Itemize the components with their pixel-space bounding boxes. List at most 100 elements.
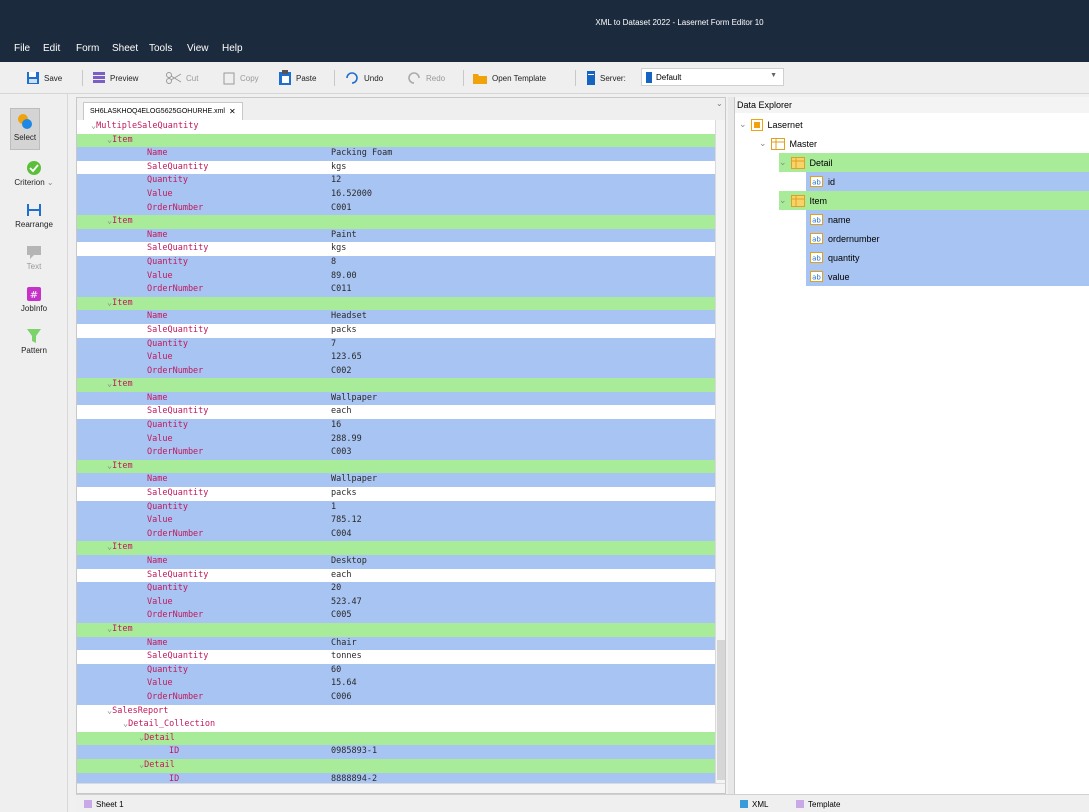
paste-button[interactable]: Paste [278, 68, 316, 88]
xml-item-row[interactable]: ⌄Item [77, 215, 717, 229]
table-icon [790, 156, 805, 169]
tree-node-lasernet[interactable]: ⌄ Lasernet [739, 115, 803, 134]
xml-field-row[interactable]: Quantity 1 [77, 500, 717, 515]
menu-1[interactable]: Edit [43, 43, 60, 54]
toolbar: Save Preview Cut Copy Paste Undo Redo Op… [0, 62, 1089, 94]
tree-node-master[interactable]: ⌄ Master [759, 134, 817, 153]
sheet-tab[interactable]: Sheet 1 [84, 797, 124, 811]
xml-field-row[interactable]: Quantity 7 [77, 337, 717, 352]
jobinfo-tool[interactable]: # JobInfo [0, 286, 68, 313]
xml-field-row[interactable]: Quantity 20 [77, 582, 717, 596]
xml-field-row[interactable]: Name Chair [77, 636, 717, 651]
xml-item-row[interactable]: ⌄Item [77, 459, 717, 474]
xml-item-row[interactable]: ⌄Item [77, 622, 717, 637]
field-name: ID [169, 746, 180, 757]
xml-field-row[interactable]: SaleQuantity tonnes [77, 650, 717, 664]
copy-button[interactable]: Copy [222, 68, 259, 88]
field-value: C004 [331, 528, 352, 539]
xml-field-row[interactable]: SaleQuantity kgs [77, 160, 717, 175]
xml-field-row[interactable]: OrderNumber C002 [77, 364, 717, 379]
preview-button[interactable]: Preview [92, 68, 138, 88]
xml-field-row[interactable]: Name Packing Foam [77, 147, 717, 161]
xml-field-row[interactable]: Name Wallpaper [77, 391, 717, 406]
open-template-button[interactable]: Open Template [472, 68, 546, 88]
close-icon[interactable]: ✕ [229, 107, 236, 116]
tree-node-detail[interactable]: ⌄ Detail [779, 153, 1089, 172]
xml-field-row[interactable]: SaleQuantity each [77, 405, 717, 420]
field-value: 1 [331, 501, 337, 512]
select-tool[interactable]: Select [10, 108, 40, 150]
xml-field-row[interactable]: Value 123.65 [77, 351, 717, 365]
node-name: Detail [144, 732, 175, 743]
xml-id-row[interactable]: ID 0985893-1 [77, 745, 717, 759]
menu-0[interactable]: File [14, 43, 30, 54]
horizontal-scrollbar[interactable] [77, 783, 725, 793]
undo-button[interactable]: Undo [344, 68, 383, 88]
xml-item-row[interactable]: ⌄Item [77, 541, 717, 555]
tree-node-item[interactable]: ⌄ Item [779, 191, 1089, 210]
xml-field-row[interactable]: SaleQuantity each [77, 568, 717, 583]
cut-button[interactable]: Cut [166, 68, 198, 88]
xml-field-row[interactable]: Value 785.12 [77, 514, 717, 528]
xml-field-row[interactable]: SaleQuantity packs [77, 487, 717, 501]
menu-4[interactable]: Tools [149, 43, 172, 54]
tree-field-value[interactable]: ab value [806, 267, 1089, 286]
field-icon: ab [810, 214, 823, 225]
xml-field-row[interactable]: Name Headset [77, 310, 717, 324]
chevron-down-icon: ▼ [770, 72, 777, 79]
field-name: OrderNumber [147, 528, 204, 539]
tree-field-ordernumber[interactable]: ab ordernumber [806, 229, 1089, 248]
xml-field-row[interactable]: Name Paint [77, 228, 717, 243]
rearrange-tool[interactable]: Rearrange [0, 202, 68, 229]
document-tab[interactable]: SH6LASKHOQ4ELOG5625GOHURHE.xml ✕ [83, 102, 243, 120]
server-select[interactable]: Default ▼ [641, 68, 784, 86]
node-name: MultipleSaleQuantity [96, 121, 199, 131]
xml-field-row[interactable]: Quantity 8 [77, 255, 717, 270]
xml-field-row[interactable]: SaleQuantity packs [77, 323, 717, 338]
xml-field-row[interactable]: Quantity 16 [77, 419, 717, 433]
xml-field-row[interactable]: SaleQuantity kgs [77, 242, 717, 256]
xml-field-row[interactable]: OrderNumber C005 [77, 609, 717, 623]
xml-item-row[interactable]: ⌄Item [77, 133, 717, 148]
criterion-tool[interactable]: Criterion ⌄ [0, 160, 68, 187]
xml-field-row[interactable]: OrderNumber C004 [77, 527, 717, 542]
xml-field-row[interactable]: OrderNumber C003 [77, 446, 717, 460]
xml-field-row[interactable]: Value 16.52000 [77, 187, 717, 202]
menu-3[interactable]: Sheet [112, 43, 138, 54]
xml-detail-row[interactable]: ⌄Detail [77, 731, 717, 746]
xml-salesreport-row[interactable]: ⌄SalesReport [77, 704, 717, 719]
xml-detail-row[interactable]: ⌄Detail [77, 758, 717, 773]
chevron-down-icon[interactable]: ⌄ [716, 99, 726, 111]
text-tool[interactable]: Text [0, 244, 68, 271]
xml-field-row[interactable]: OrderNumber C011 [77, 283, 717, 297]
menu-6[interactable]: Help [222, 43, 243, 54]
field-value: tonnes [331, 651, 362, 662]
xml-field-row[interactable]: Quantity 12 [77, 174, 717, 188]
open-template-label: Open Template [492, 73, 547, 83]
xml-tab[interactable]: XML [740, 797, 768, 811]
xml-detail-collection-row[interactable]: ⌄Detail_Collection [77, 718, 717, 732]
xml-item-row[interactable]: ⌄Item [77, 296, 717, 311]
xml-field-row[interactable]: Quantity 60 [77, 663, 717, 678]
xml-field-row[interactable]: OrderNumber C006 [77, 690, 717, 705]
tree-field-quantity[interactable]: ab quantity [806, 248, 1089, 267]
menu-5[interactable]: View [187, 43, 209, 54]
xml-field-row[interactable]: Value 89.00 [77, 269, 717, 284]
scrollbar-thumb[interactable] [717, 640, 725, 780]
vertical-scrollbar[interactable] [715, 120, 725, 785]
xml-item-row[interactable]: ⌄Item [77, 378, 717, 392]
redo-button[interactable]: Redo [406, 68, 445, 88]
xml-field-row[interactable]: Name Desktop [77, 555, 717, 569]
xml-field-row[interactable]: Value 523.47 [77, 595, 717, 610]
xml-field-row[interactable]: Value 288.99 [77, 432, 717, 447]
pattern-tool[interactable]: Pattern [0, 328, 68, 355]
tree-field-id[interactable]: ab id [806, 172, 1089, 191]
save-button[interactable]: Save [26, 68, 62, 88]
template-tab[interactable]: Template [796, 797, 840, 811]
xml-field-row[interactable]: Value 15.64 [77, 677, 717, 691]
menu-2[interactable]: Form [76, 43, 99, 54]
xml-field-row[interactable]: OrderNumber C001 [77, 201, 717, 216]
xml-field-row[interactable]: Name Wallpaper [77, 473, 717, 488]
xml-root-row[interactable]: ⌄MultipleSaleQuantity [77, 120, 717, 134]
tree-field-name[interactable]: ab name [806, 210, 1089, 229]
